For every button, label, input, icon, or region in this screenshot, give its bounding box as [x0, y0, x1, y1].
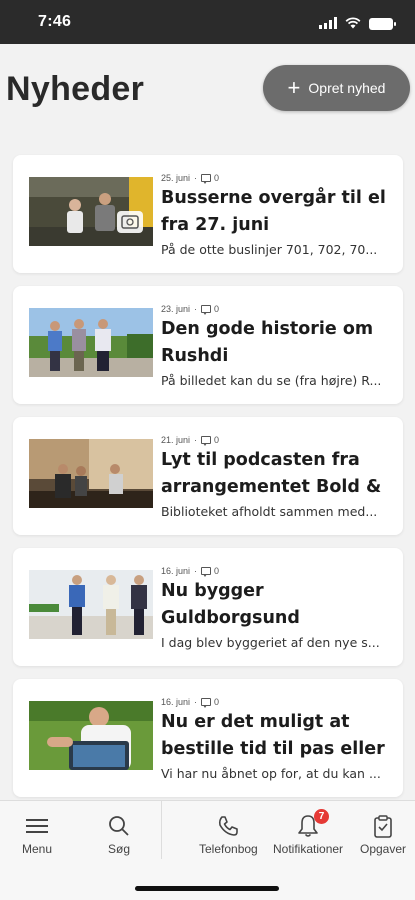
news-card[interactable]: 23. juni · 0 Den gode historie om Rushdi… [13, 286, 403, 404]
clipboard-check-icon [372, 813, 394, 839]
menu-icon [26, 813, 49, 839]
news-meta: 25. juni · 0 [161, 173, 220, 184]
page-title: Nyheder [6, 70, 145, 108]
news-meta: 16. juni · 0 [161, 697, 220, 708]
header: Nyheder + Opret nyhed [0, 44, 415, 132]
signal-icon [319, 14, 337, 33]
plus-icon: + [287, 75, 301, 100]
news-thumbnail [29, 701, 153, 770]
tab-menu[interactable]: Menu [22, 813, 52, 856]
tab-search-label: Søg [108, 842, 131, 856]
comment-count: 0 [214, 566, 220, 576]
news-title: Lyt til podcasten fra arrangementet Bold… [161, 450, 382, 497]
search-icon [108, 813, 130, 839]
news-thumbnail [29, 439, 153, 508]
news-card[interactable]: 16. juni · 0 Nu bygger Guldborgsund Komm… [13, 548, 403, 666]
phone-icon [217, 813, 239, 839]
news-excerpt: På billedet kan du se (fra højre) R... [161, 373, 382, 388]
tab-tasks[interactable]: Opgaver [360, 813, 406, 856]
news-title: Busserne overgår til el fra 27. juni [161, 188, 386, 235]
news-title: Nu er det muligt at bestille tid til pas… [161, 712, 385, 759]
wifi-icon [345, 14, 361, 33]
news-thumbnail [29, 570, 153, 639]
status-icons [319, 14, 396, 33]
news-meta: 21. juni · 0 [161, 435, 220, 446]
news-excerpt: På de otte buslinjer 701, 702, 70... [161, 242, 378, 257]
create-news-button[interactable]: + Opret nyhed [263, 65, 410, 111]
tab-search[interactable]: Søg [108, 813, 130, 856]
bell-icon: 7 [297, 809, 330, 839]
news-card[interactable]: 16. juni · 0 Nu er det muligt at bestill… [13, 679, 403, 797]
news-meta: 23. juni · 0 [161, 304, 220, 315]
news-title: Nu bygger Guldborgsund Kommune Danmarks … [161, 581, 300, 628]
news-date: 23. juni [161, 304, 191, 314]
status-bar: 7:46 [0, 0, 415, 44]
comment-icon [201, 436, 212, 446]
comment-icon [201, 698, 212, 708]
news-list[interactable]: 25. juni · 0 Busserne overgår til el fra… [0, 132, 415, 800]
comment-count: 0 [214, 173, 220, 183]
news-title: Den gode historie om Rushdi [161, 319, 374, 366]
news-excerpt: Biblioteket afholdt sammen med... [161, 504, 378, 519]
create-news-label: Opret nyhed [308, 80, 386, 96]
tab-phonebook-label: Telefonbog [199, 842, 258, 856]
battery-icon [369, 17, 396, 30]
comment-count: 0 [214, 304, 220, 314]
tab-tasks-label: Opgaver [360, 842, 407, 856]
tab-phonebook[interactable]: Telefonbog [199, 813, 258, 856]
news-date: 16. juni [161, 566, 191, 576]
news-date: 21. juni [161, 435, 191, 445]
news-thumbnail [29, 308, 153, 377]
news-thumbnail [29, 177, 153, 246]
comment-count: 0 [214, 697, 220, 707]
comment-icon [201, 567, 212, 577]
tab-menu-label: Menu [22, 842, 53, 856]
news-excerpt: I dag blev byggeriet af den nye s... [161, 635, 380, 650]
news-date: 25. juni [161, 173, 191, 183]
news-date: 16. juni [161, 697, 191, 707]
news-excerpt: Vi har nu åbnet op for, at du kan ... [161, 766, 381, 781]
tab-bar: Menu Søg Telefonbog 7 Notifikationer Opg… [0, 800, 415, 900]
comment-count: 0 [214, 435, 220, 445]
news-meta: 16. juni · 0 [161, 566, 220, 577]
news-card[interactable]: 21. juni · 0 Lyt til podcasten fra arran… [13, 417, 403, 535]
home-indicator[interactable] [135, 886, 279, 891]
tab-divider [161, 801, 162, 859]
tab-notifications[interactable]: 7 Notifikationer [273, 809, 344, 856]
comment-icon [201, 174, 212, 184]
tab-notifications-label: Notifikationer [273, 842, 344, 856]
comment-icon [201, 305, 212, 315]
status-time: 7:46 [38, 13, 72, 30]
news-card[interactable]: 25. juni · 0 Busserne overgår til el fra… [13, 155, 403, 273]
notification-badge: 7 [314, 809, 330, 824]
